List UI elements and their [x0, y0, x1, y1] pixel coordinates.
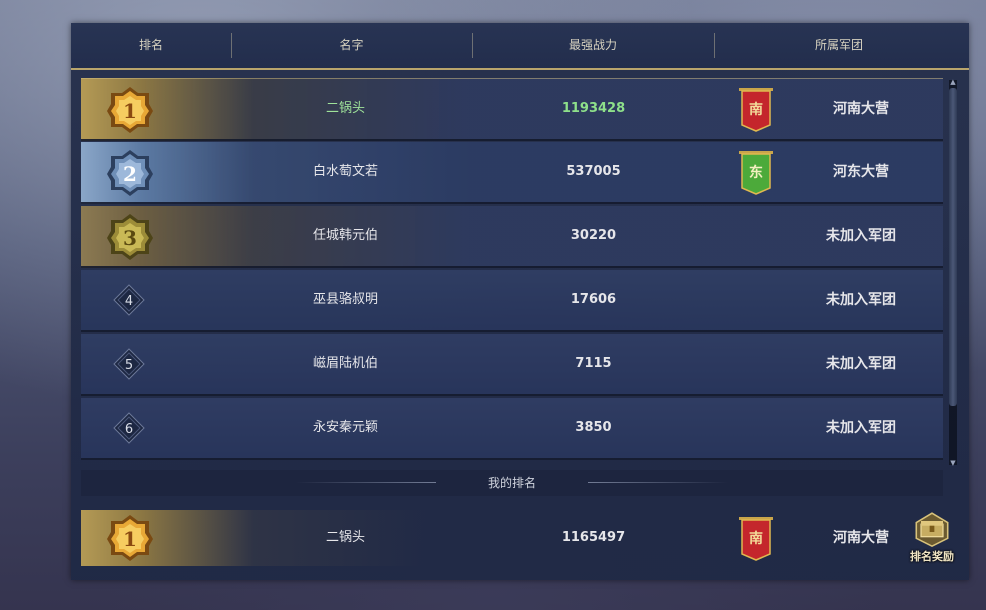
- player-power: 1165497: [561, 530, 626, 545]
- my-rank-row: 1 二锅头 1165497 南 河南大营: [81, 510, 943, 566]
- header-rank: 排名: [138, 38, 163, 52]
- header-legion: 所属军团: [814, 38, 863, 52]
- player-power: 30220: [570, 228, 617, 243]
- list-scrollbar[interactable]: ▲ ▼: [949, 78, 957, 467]
- scrollbar-thumb[interactable]: [949, 88, 957, 406]
- player-name: 巫县骆叔明: [312, 292, 378, 307]
- bronze-medal-icon: 3: [107, 214, 153, 260]
- rank-reward-button[interactable]: 排名奖励: [904, 510, 960, 566]
- legion-name: 河东大营: [833, 164, 889, 180]
- flag-char: 南: [749, 101, 763, 118]
- scroll-up-icon[interactable]: ▲: [949, 78, 957, 86]
- rank-number: 1: [123, 99, 137, 123]
- player-power: 7115: [575, 356, 612, 371]
- rank-diamond-icon: 4: [113, 284, 145, 316]
- legion-flag-icon: 东: [739, 151, 773, 195]
- ranking-row-1[interactable]: 1 二锅头 1193428 南 河南大营: [81, 78, 943, 141]
- player-power: 1193428: [561, 101, 626, 116]
- legion-name: 未加入军团: [826, 356, 896, 372]
- ranking-row-2[interactable]: 2 白水萄文若 537005 东 河东大营: [81, 142, 943, 204]
- player-name: 白水萄文若: [312, 164, 378, 179]
- rank-number: 3: [123, 226, 137, 250]
- silver-medal-icon: 2: [107, 150, 153, 196]
- legion-flag-icon: 南: [739, 517, 773, 561]
- player-name: 任城韩元伯: [312, 228, 378, 243]
- ranking-row-5[interactable]: 5 嵫眉陆机伯 7115 未加入军团: [81, 334, 943, 396]
- player-power: 17606: [570, 292, 617, 307]
- legion-name: 河南大营: [833, 101, 889, 117]
- rank-number: 4: [125, 294, 133, 309]
- rank-number: 6: [125, 422, 133, 437]
- table-header: 排名 名字 最强战力 所属军团: [71, 23, 969, 70]
- ranking-row-6[interactable]: 6 永安秦元颖 3850 未加入军团: [81, 398, 943, 460]
- player-power: 3850: [575, 420, 612, 435]
- rank-number: 5: [125, 358, 133, 373]
- legion-flag-icon: 南: [739, 88, 773, 132]
- gold-medal-icon: 1: [107, 87, 153, 133]
- ranking-row-3[interactable]: 3 任城韩元伯 30220 未加入军团: [81, 206, 943, 268]
- ranking-list[interactable]: 1 二锅头 1193428 南 河南大营 2 白水萄文若 537005 东 河东…: [81, 78, 943, 465]
- header-name: 名字: [339, 38, 364, 52]
- rank-number: 1: [123, 527, 137, 551]
- scroll-down-icon[interactable]: ▼: [949, 459, 957, 467]
- header-power: 最强战力: [568, 38, 617, 52]
- gold-medal-icon: 1: [107, 515, 153, 561]
- flag-char: 南: [749, 530, 763, 547]
- ranking-row-4[interactable]: 4 巫县骆叔明 17606 未加入军团: [81, 270, 943, 332]
- rank-number: 2: [123, 162, 137, 186]
- player-name: 二锅头: [325, 101, 365, 116]
- my-rank-label: 我的排名: [487, 476, 536, 490]
- rank-diamond-icon: 5: [113, 348, 145, 380]
- rank-reward-label: 排名奖励: [910, 550, 954, 563]
- player-name: 嵫眉陆机伯: [312, 356, 378, 371]
- my-rank-separator: 我的排名: [81, 470, 943, 496]
- player-power: 537005: [566, 164, 621, 179]
- rank-diamond-icon: 6: [113, 412, 145, 444]
- legion-name: 未加入军团: [826, 292, 896, 308]
- player-name: 永安秦元颖: [312, 420, 378, 435]
- flag-char: 东: [749, 164, 763, 181]
- player-name: 二锅头: [325, 530, 365, 545]
- legion-name: 未加入军团: [826, 228, 896, 244]
- legion-name: 未加入军团: [826, 420, 896, 436]
- leaderboard-panel: 排名 名字 最强战力 所属军团 1 二锅头 1193428 南 河南大营 2 白…: [71, 23, 969, 580]
